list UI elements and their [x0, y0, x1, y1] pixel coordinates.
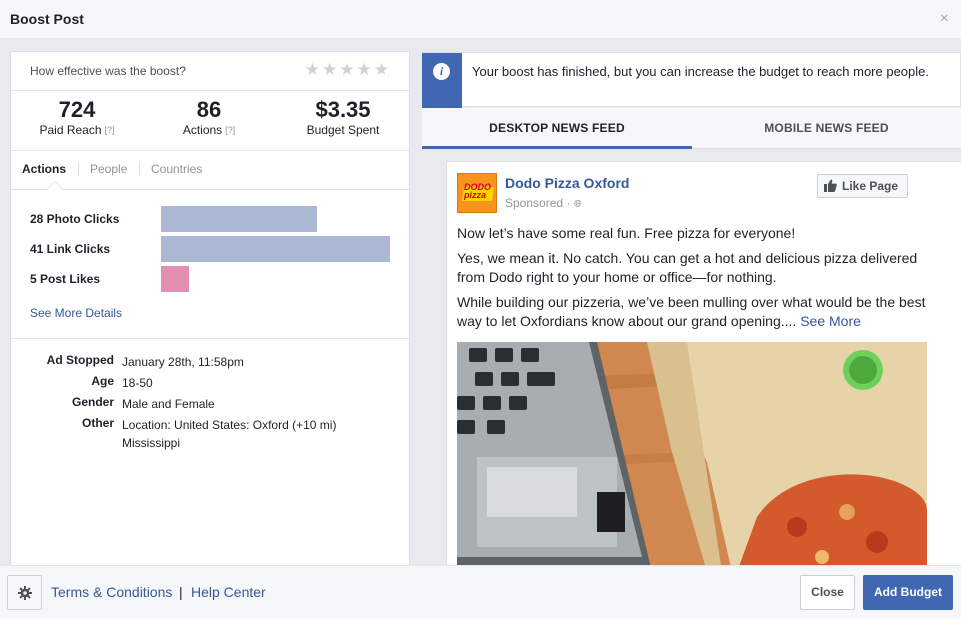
notice-accent: i — [422, 53, 462, 108]
stat-label: Actions — [182, 123, 223, 137]
tab-countries[interactable]: Countries — [151, 162, 202, 176]
add-budget-button[interactable]: Add Budget — [863, 575, 953, 610]
stats-row: 724 Paid Reach [?] 86 Actions [?] $3.35 Bu… — [11, 91, 409, 151]
sponsored-label: Sponsored · 🌐︎ — [505, 196, 582, 210]
tab-divider — [78, 162, 79, 176]
close-button[interactable]: Close — [800, 575, 855, 610]
detail-row: Age 18-50 — [11, 374, 409, 395]
action-row: 41 Link Clicks — [11, 236, 411, 262]
detail-key: Age — [91, 374, 114, 388]
help-link[interactable]: [?] — [225, 125, 235, 135]
results-tabs: Actions People Countries — [11, 151, 409, 190]
tab-divider — [139, 162, 140, 176]
detail-value: Location: United States: Oxford (+10 mi)… — [122, 418, 337, 450]
page-logo[interactable]: DODO pizza — [457, 173, 497, 213]
like-page-button[interactable]: Like Page — [817, 174, 908, 198]
detail-value: January 28th, 11:58pm — [122, 355, 244, 369]
action-label: 41 Link Clicks — [30, 242, 111, 256]
footer-separator: | — [179, 584, 183, 600]
star-icon[interactable]: ★ — [357, 60, 374, 79]
tab-people[interactable]: People — [90, 162, 127, 176]
see-more-link[interactable]: See More — [800, 313, 861, 329]
dialog-header: Boost Post × — [0, 0, 961, 39]
detail-key: Other — [81, 416, 114, 430]
post-paragraph: While building our pizzeria, we’ve been … — [457, 293, 926, 330]
detail-key: Gender — [71, 395, 114, 409]
detail-row: Ad Stopped January 28th, 11:58pm — [11, 353, 409, 374]
detail-value: Male and Female — [122, 397, 215, 411]
logo-text: DODO pizza — [464, 182, 491, 200]
gear-icon — [18, 586, 32, 600]
detail-value: 18-50 — [122, 376, 153, 390]
detail-row: Other Location: United States: Oxford (+… — [11, 416, 409, 450]
help-center-link[interactable]: Help Center — [191, 584, 266, 600]
star-icon[interactable]: ★ — [374, 60, 391, 79]
thumbs-up-icon — [824, 179, 837, 192]
post-body: Now let’s have some real fun. Free pizza… — [457, 224, 937, 337]
detail-key: Ad Stopped — [46, 353, 114, 367]
stat-budget-spent: $3.35 Budget Spent — [301, 97, 385, 138]
post-paragraph: Now let’s have some real fun. Free pizza… — [457, 225, 796, 241]
dialog-title: Boost Post — [10, 11, 84, 27]
action-label: 28 Photo Clicks — [30, 212, 120, 226]
stat-value: $3.35 — [315, 97, 371, 122]
action-bar — [161, 206, 317, 232]
stat-value: 86 — [196, 97, 222, 122]
help-link[interactable]: [?] — [105, 125, 115, 135]
star-rating[interactable]: ★★★★★ — [305, 60, 391, 80]
post-image[interactable] — [457, 342, 927, 565]
detail-row: Gender Male and Female — [11, 395, 409, 416]
actions-chart: 28 Photo Clicks 41 Link Clicks 5 Post Li… — [11, 190, 411, 320]
terms-link[interactable]: Terms & Conditions — [51, 584, 172, 600]
stat-label: Paid Reach — [39, 123, 102, 137]
stat-label: Budget Spent — [306, 123, 380, 137]
results-panel: How effective was the boost? ★★★★★ 724 P… — [10, 51, 410, 565]
page-name-link[interactable]: Dodo Pizza Oxford — [505, 175, 629, 191]
close-icon[interactable]: × — [940, 11, 949, 27]
settings-button[interactable] — [7, 575, 42, 610]
details-section: Ad Stopped January 28th, 11:58pm Age 18-… — [11, 338, 409, 450]
action-bar — [161, 266, 189, 292]
see-more-details-link[interactable]: See More Details — [30, 306, 122, 320]
tab-actions[interactable]: Actions — [22, 162, 66, 176]
dialog-body: How effective was the boost? ★★★★★ 724 P… — [0, 40, 961, 565]
globe-icon: 🌐︎ — [573, 199, 582, 210]
feed-tabs: DESKTOP NEWS FEED MOBILE NEWS FEED — [422, 108, 961, 149]
stat-paid-reach: 724 Paid Reach [?] — [37, 97, 117, 138]
rating-question: How effective was the boost? — [30, 64, 186, 78]
tab-mobile-news-feed[interactable]: MOBILE NEWS FEED — [692, 108, 961, 149]
stat-actions: 86 Actions [?] — [174, 97, 244, 138]
tab-caret — [47, 182, 63, 190]
action-bar — [161, 236, 390, 262]
info-icon: i — [433, 63, 450, 80]
post-preview: DODO pizza Dodo Pizza Oxford Sponsored · … — [446, 161, 961, 565]
star-icon[interactable]: ★ — [305, 60, 322, 79]
star-icon[interactable]: ★ — [339, 60, 356, 79]
pizza-laptop-photo — [457, 342, 927, 565]
post-paragraph: Yes, we mean it. No catch. You can get a… — [457, 249, 918, 286]
stat-value: 724 — [58, 97, 96, 122]
star-icon[interactable]: ★ — [322, 60, 339, 79]
dialog-footer: Terms & Conditions | Help Center Close A… — [0, 565, 961, 619]
action-row: 5 Post Likes — [11, 266, 411, 292]
boost-finished-notice: i Your boost has finished, but you can i… — [422, 52, 961, 108]
action-label: 5 Post Likes — [30, 272, 101, 286]
rating-row: How effective was the boost? ★★★★★ — [11, 52, 409, 91]
tab-desktop-news-feed[interactable]: DESKTOP NEWS FEED — [422, 108, 692, 149]
notice-text: Your boost has finished, but you can inc… — [472, 64, 929, 79]
action-row: 28 Photo Clicks — [11, 206, 411, 232]
